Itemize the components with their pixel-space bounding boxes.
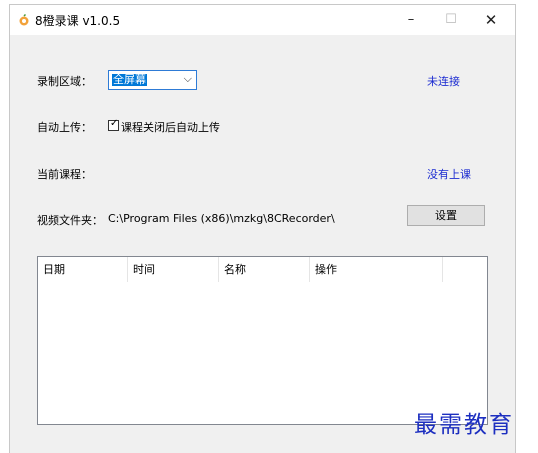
- column-header-date[interactable]: 日期: [38, 257, 128, 282]
- check-icon: ✓: [110, 118, 119, 129]
- records-table[interactable]: 日期 时间 名称 操作: [37, 256, 488, 425]
- current-course-label: 当前课程：: [37, 168, 92, 181]
- app-window: 8橙录课 v1.0.5 – ☐ ✕ 录制区域： 全屏幕 ⌵ 未连接 自动上传： …: [9, 4, 516, 453]
- column-header-action[interactable]: 操作: [310, 257, 443, 282]
- window-title: 8橙录课 v1.0.5: [35, 14, 121, 28]
- video-folder-path: C:\Program Files (x86)\mzkg\8CRecorder\: [108, 212, 335, 225]
- auto-upload-checkbox[interactable]: ✓: [108, 118, 119, 131]
- close-button[interactable]: ✕: [471, 5, 511, 35]
- course-status-link[interactable]: 没有上课: [427, 166, 471, 182]
- column-header-time[interactable]: 时间: [128, 257, 219, 282]
- app-logo-icon: [19, 14, 29, 26]
- record-area-label: 录制区域：: [37, 75, 92, 88]
- table-header: 日期 时间 名称 操作: [38, 257, 487, 282]
- minimize-button[interactable]: –: [391, 5, 431, 35]
- title-bar[interactable]: 8橙录课 v1.0.5 – ☐ ✕: [10, 5, 515, 35]
- record-area-value: 全屏幕: [112, 73, 147, 86]
- auto-upload-checkbox-label[interactable]: 课程关闭后自动上传: [121, 119, 220, 135]
- chevron-down-icon: ⌵: [183, 72, 192, 85]
- column-header-name[interactable]: 名称: [219, 257, 310, 282]
- watermark-text: 最需教育: [414, 412, 514, 438]
- settings-button[interactable]: 设置: [407, 205, 485, 226]
- maximize-button[interactable]: ☐: [431, 5, 471, 35]
- record-area-dropdown[interactable]: 全屏幕 ⌵: [108, 70, 197, 90]
- video-folder-label: 视频文件夹：: [37, 214, 103, 227]
- auto-upload-label: 自动上传：: [37, 121, 92, 134]
- connection-status-link[interactable]: 未连接: [427, 73, 460, 89]
